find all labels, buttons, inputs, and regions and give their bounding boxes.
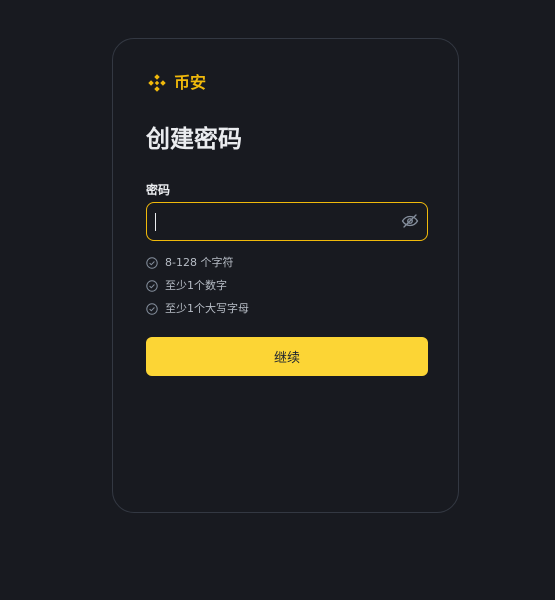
brand: 币安 (146, 71, 206, 95)
password-field[interactable] (146, 202, 428, 242)
password-input[interactable] (155, 203, 395, 242)
rule-item: 至少1个大写字母 (146, 301, 249, 317)
rule-text: 8-128 个字符 (165, 256, 234, 269)
rule-item: 8-128 个字符 (146, 255, 249, 271)
check-circle-icon (146, 303, 158, 315)
binance-logo-icon (148, 74, 166, 92)
text-caret (155, 213, 156, 231)
brand-name: 币安 (174, 73, 207, 92)
rule-item: 至少1个数字 (146, 278, 249, 294)
continue-button[interactable]: 继续 (146, 337, 428, 376)
page-title: 创建密码 (146, 125, 242, 153)
password-rules: 8-128 个字符 至少1个数字 至少1个大写字母 (146, 255, 249, 324)
check-circle-icon (146, 280, 158, 292)
eye-slash-icon[interactable] (401, 212, 419, 230)
rule-text: 至少1个数字 (165, 279, 227, 292)
password-label: 密码 (146, 183, 171, 197)
rule-text: 至少1个大写字母 (165, 302, 249, 315)
signup-card: 币安 创建密码 密码 8-128 个字符 至少1个数字 至少1个大写字母 继续 (112, 38, 459, 513)
check-circle-icon (146, 257, 158, 269)
